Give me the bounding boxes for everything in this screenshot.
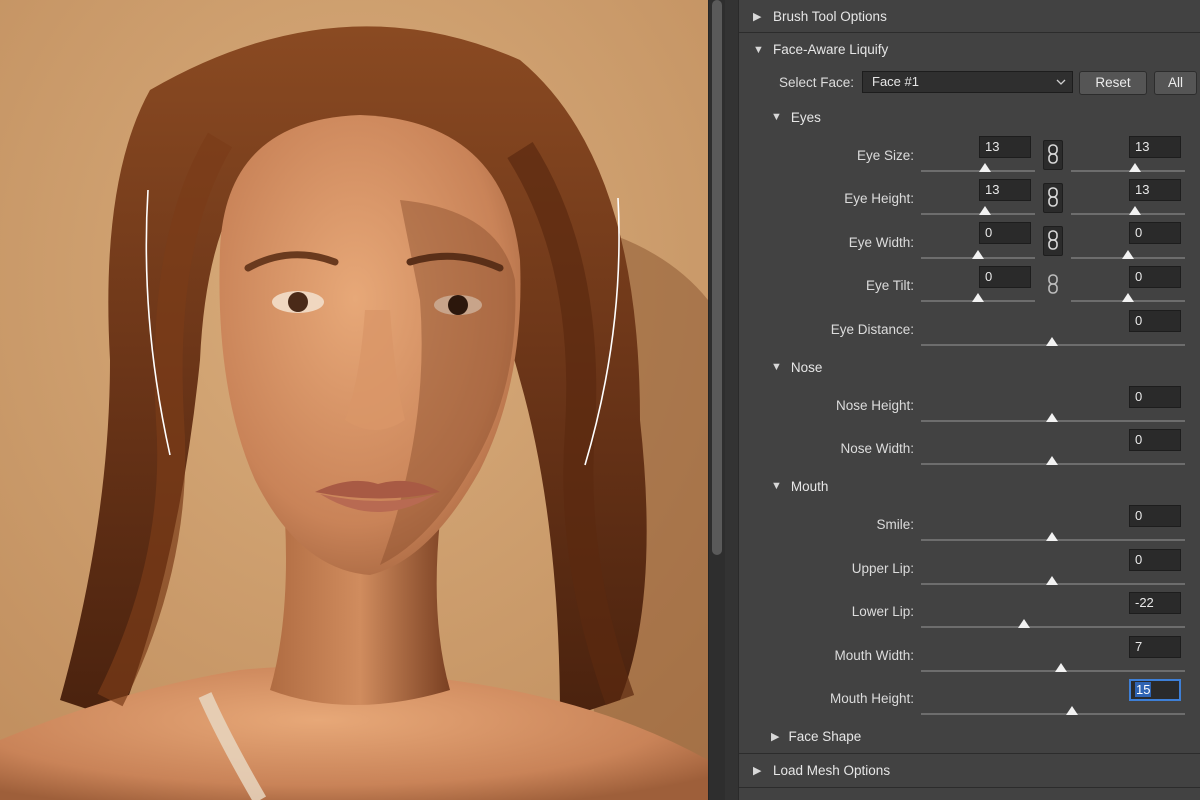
section-label: Load Mesh Options: [773, 763, 891, 778]
chain-link-icon: [1047, 186, 1059, 210]
upper-lip-label: Upper Lip:: [851, 561, 914, 576]
eye-height-left-input[interactable]: 13: [979, 179, 1031, 201]
slider-thumb[interactable]: [1129, 206, 1141, 215]
nose-width-label: Nose Width:: [840, 441, 914, 456]
eye-size-right-slider[interactable]: [1071, 170, 1185, 172]
mouth-height-input[interactable]: 15: [1129, 679, 1181, 701]
triangle-right-icon: ▶: [753, 765, 762, 777]
nose-height-label: Nose Height:: [835, 398, 914, 413]
slider-thumb[interactable]: [1046, 576, 1058, 585]
reset-button[interactable]: Reset: [1079, 71, 1147, 95]
mouth-width-input[interactable]: 7: [1129, 636, 1181, 658]
eye-distance-input[interactable]: 0: [1129, 310, 1181, 332]
chevron-down-icon: [1056, 75, 1066, 93]
nose-width-input[interactable]: 0: [1129, 429, 1181, 451]
mouth-width-label: Mouth Width:: [834, 648, 914, 663]
eye-height-label: Eye Height:: [844, 191, 914, 206]
eye-distance-label: Eye Distance:: [830, 322, 914, 337]
slider-thumb[interactable]: [1129, 163, 1141, 172]
face-select-value: Face #1: [872, 74, 919, 89]
eye-tilt-left-input[interactable]: 0: [979, 266, 1031, 288]
eye-size-label: Eye Size:: [856, 148, 914, 163]
subsection-label: Nose: [790, 359, 823, 375]
liquify-canvas[interactable]: [0, 0, 708, 800]
subsection-mouth[interactable]: ▼ Mouth: [771, 476, 828, 496]
eye-tilt-label: Eye Tilt:: [865, 278, 914, 293]
triangle-down-icon: ▼: [771, 361, 782, 373]
select-face-label: Select Face:: [779, 75, 855, 90]
scrollbar-thumb[interactable]: [712, 0, 722, 555]
subsection-eyes[interactable]: ▼ Eyes: [771, 107, 821, 127]
slider-thumb[interactable]: [1066, 706, 1078, 715]
slider-thumb[interactable]: [1046, 456, 1058, 465]
eye-tilt-right-input[interactable]: 0: [1129, 266, 1181, 288]
slider-thumb[interactable]: [1046, 413, 1058, 422]
subsection-label: Mouth: [790, 478, 829, 494]
face-select-dropdown[interactable]: Face #1: [862, 71, 1073, 93]
eye-size-right-input[interactable]: 13: [1129, 136, 1181, 158]
triangle-down-icon: ▼: [771, 111, 782, 123]
portrait-photo: [0, 0, 708, 800]
eye-width-left-input[interactable]: 0: [979, 222, 1031, 244]
mouth-height-slider[interactable]: [921, 713, 1185, 715]
link-eye-height-button[interactable]: [1043, 183, 1063, 213]
slider-thumb[interactable]: [979, 206, 991, 215]
lower-lip-input[interactable]: -22: [1129, 592, 1181, 614]
subsection-face-shape[interactable]: ▶ Face Shape: [771, 726, 861, 746]
eye-width-right-input[interactable]: 0: [1129, 222, 1181, 244]
slider-thumb[interactable]: [972, 293, 984, 302]
section-face-aware-liquify[interactable]: ▼ Face-Aware Liquify: [739, 33, 1200, 66]
section-label: Face-Aware Liquify: [773, 42, 889, 57]
eye-size-left-slider[interactable]: [921, 170, 1035, 172]
slider-thumb[interactable]: [1046, 532, 1058, 541]
eye-height-right-input[interactable]: 13: [1129, 179, 1181, 201]
chain-link-icon: [1047, 143, 1059, 167]
chain-link-icon: [1047, 273, 1059, 297]
slider-thumb[interactable]: [972, 250, 984, 259]
link-eye-width-button[interactable]: [1043, 226, 1063, 256]
section-label: Brush Tool Options: [773, 9, 887, 24]
subsection-label: Face Shape: [788, 728, 862, 744]
smile-label: Smile:: [876, 517, 914, 532]
eye-size-left-input[interactable]: 13: [979, 136, 1031, 158]
subsection-nose[interactable]: ▼ Nose: [771, 357, 822, 377]
eye-height-left-slider[interactable]: [921, 213, 1035, 215]
section-load-mesh-options[interactable]: ▶ Load Mesh Options: [739, 754, 1200, 787]
panel-gutter: [725, 0, 738, 800]
link-eye-size-button[interactable]: [1043, 140, 1063, 170]
triangle-right-icon: ▶: [753, 11, 762, 23]
slider-thumb[interactable]: [1046, 337, 1058, 346]
subsection-label: Eyes: [790, 109, 821, 125]
canvas-scrollbar[interactable]: [708, 0, 725, 800]
slider-thumb[interactable]: [1122, 250, 1134, 259]
selected-value: 15: [1135, 682, 1152, 697]
chain-link-icon: [1047, 229, 1059, 253]
liquify-properties-panel: ▶ Brush Tool Options ▼ Face-Aware Liquif…: [738, 0, 1200, 800]
nose-height-input[interactable]: 0: [1129, 386, 1181, 408]
triangle-right-icon: ▶: [771, 730, 780, 743]
slider-thumb[interactable]: [1122, 293, 1134, 302]
slider-thumb[interactable]: [1018, 619, 1030, 628]
triangle-down-icon: ▼: [771, 480, 782, 492]
smile-input[interactable]: 0: [1129, 505, 1181, 527]
slider-thumb[interactable]: [1055, 663, 1067, 672]
slider-thumb[interactable]: [979, 163, 991, 172]
all-button[interactable]: All: [1154, 71, 1197, 95]
link-eye-tilt-button[interactable]: [1043, 270, 1063, 300]
triangle-down-icon: ▼: [753, 43, 764, 56]
divider: [739, 787, 1200, 788]
eye-height-right-slider[interactable]: [1071, 213, 1185, 215]
section-brush-tool-options[interactable]: ▶ Brush Tool Options: [739, 0, 1200, 33]
lower-lip-label: Lower Lip:: [851, 604, 914, 619]
eye-width-label: Eye Width:: [848, 235, 914, 250]
mouth-height-label: Mouth Height:: [829, 691, 914, 706]
mouth-width-slider[interactable]: [921, 670, 1185, 672]
upper-lip-input[interactable]: 0: [1129, 549, 1181, 571]
lower-lip-slider[interactable]: [921, 626, 1185, 628]
